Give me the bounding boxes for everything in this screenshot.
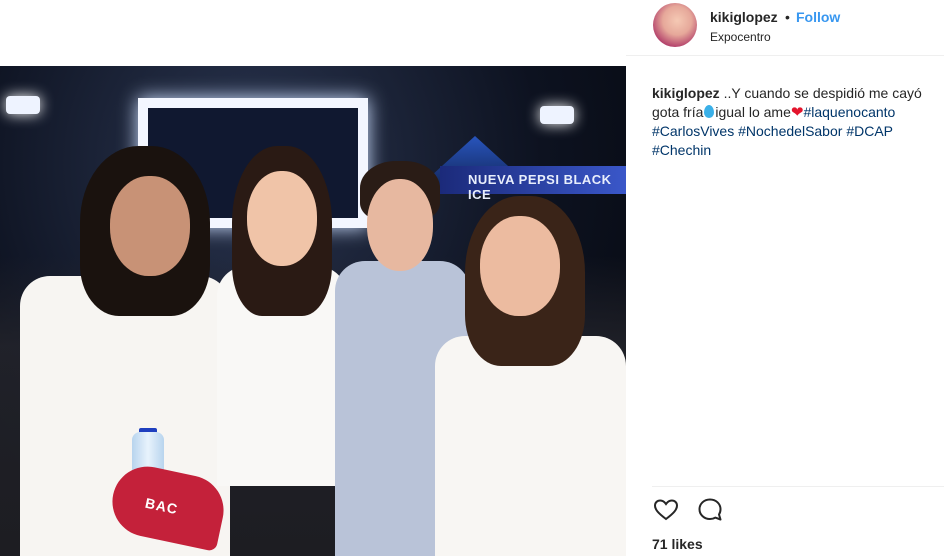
comment-icon[interactable]: [696, 496, 724, 524]
lamp: [540, 106, 574, 124]
separator-dot: •: [785, 9, 790, 25]
red-heart-emoji-icon: ❤: [790, 104, 804, 121]
hashtag-link[interactable]: #DCAP: [846, 123, 892, 139]
post-photo[interactable]: NUEVA PEPSI BLACK ICE BAC: [0, 66, 626, 556]
location-link[interactable]: Expocentro: [710, 30, 771, 44]
droplet-emoji-icon: [704, 105, 715, 118]
caption: kikiglopez ..Y cuando se despidió me cay…: [652, 84, 937, 160]
caption-text-2: igual lo ame: [715, 104, 791, 120]
divider: [652, 486, 944, 487]
hashtag-link[interactable]: #CarlosVives: [652, 123, 734, 139]
person-2: [212, 146, 347, 556]
person-4: [435, 196, 626, 556]
hashtag-link[interactable]: #laquenocanto: [803, 104, 895, 120]
heart-icon[interactable]: [652, 496, 680, 524]
follow-button[interactable]: Follow: [796, 9, 840, 25]
lamp: [6, 96, 40, 114]
caption-username[interactable]: kikiglopez: [652, 85, 720, 101]
hashtag-link[interactable]: #Chechin: [652, 142, 711, 158]
hashtag-link[interactable]: #NochedelSabor: [738, 123, 842, 139]
username-link[interactable]: kikiglopez: [710, 9, 778, 25]
avatar[interactable]: [653, 3, 697, 47]
likes-count[interactable]: 71 likes: [652, 536, 703, 552]
